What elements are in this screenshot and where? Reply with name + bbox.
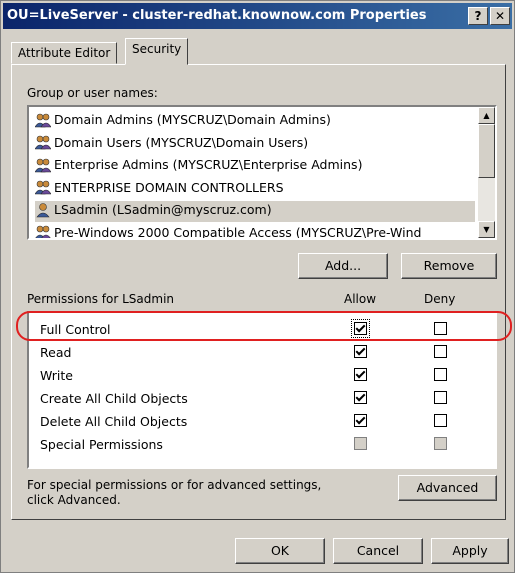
group-icon (35, 225, 51, 238)
group-names-label: Group or user names: (27, 86, 158, 100)
permission-row: Create All Child Objects (29, 387, 495, 410)
deny-checkbox[interactable] (434, 437, 447, 450)
list-item[interactable]: Enterprise Admins (MYSCRUZ\Enterprise Ad… (35, 156, 475, 177)
tab-attribute-editor[interactable]: Attribute Editor (11, 42, 118, 64)
remove-button[interactable]: Remove (401, 253, 497, 279)
permission-row: Full Control (29, 318, 495, 341)
group-icon (35, 135, 51, 150)
title-bar[interactable]: OU=LiveServer - cluster-redhat.knownow.c… (3, 3, 512, 29)
tab-security[interactable]: Security (125, 38, 189, 65)
user-icon (36, 202, 50, 217)
permission-row: Delete All Child Objects (29, 410, 495, 433)
permission-row: Write (29, 364, 495, 387)
list-item-label: Domain Users (MYSCRUZ\Domain Users) (54, 134, 309, 150)
list-item-label: LSadmin (LSadmin@myscruz.com) (54, 202, 272, 217)
list-item[interactable]: ENTERPRISE DOMAIN CONTROLLERS (35, 179, 475, 200)
list-item[interactable]: Domain Admins (MYSCRUZ\Domain Admins) (35, 111, 475, 132)
window-title: OU=LiveServer - cluster-redhat.knownow.c… (7, 8, 427, 23)
allow-checkbox[interactable] (354, 414, 367, 427)
allow-checkbox[interactable] (354, 437, 367, 450)
list-item-label: Pre-Windows 2000 Compatible Access (MYSC… (54, 224, 422, 240)
add-button[interactable]: Add... (298, 253, 388, 279)
deny-header: Deny (424, 292, 456, 306)
permissions-table: Full Control Read Write Create All Child Ob… (27, 311, 497, 469)
permission-name: Read (40, 345, 72, 360)
apply-button[interactable]: Apply (431, 538, 509, 564)
permission-name: Write (40, 368, 74, 383)
list-item[interactable]: Pre-Windows 2000 Compatible Access (MYSC… (35, 224, 475, 240)
list-item[interactable]: Domain Users (MYSCRUZ\Domain Users) (35, 134, 475, 155)
tab-label: Attribute Editor (18, 46, 111, 60)
permission-row: Read (29, 341, 495, 364)
cancel-button[interactable]: Cancel (333, 538, 423, 564)
scroll-down-button[interactable]: ▼ (478, 221, 495, 238)
scroll-up-button[interactable]: ▲ (478, 107, 495, 124)
group-user-list[interactable]: Domain Admins (MYSCRUZ\Domain Admins) Dom… (27, 105, 497, 240)
advanced-hint: For special permissions or for advanced … (27, 478, 322, 507)
properties-dialog: OU=LiveServer - cluster-redhat.knownow.c… (0, 0, 515, 573)
tab-label: Security (132, 42, 182, 56)
allow-checkbox[interactable] (354, 391, 367, 404)
allow-header: Allow (344, 292, 377, 306)
deny-checkbox[interactable] (434, 368, 447, 381)
allow-checkbox[interactable] (354, 345, 367, 358)
group-icon (35, 113, 51, 127)
ok-button[interactable]: OK (235, 538, 325, 564)
advanced-button[interactable]: Advanced (398, 475, 497, 501)
deny-checkbox[interactable] (434, 414, 447, 427)
permission-name: Special Permissions (40, 437, 163, 452)
permission-name: Delete All Child Objects (40, 414, 188, 429)
group-icon (35, 158, 51, 172)
permission-row: Special Permissions (29, 433, 495, 456)
list-item-label: Enterprise Admins (MYSCRUZ\Enterprise Ad… (54, 157, 363, 172)
group-icon (35, 180, 51, 195)
allow-checkbox[interactable] (351, 319, 370, 338)
scroll-thumb[interactable] (478, 124, 495, 178)
list-item[interactable]: LSadmin (LSadmin@myscruz.com) (35, 201, 475, 222)
permission-name: Create All Child Objects (40, 391, 188, 406)
permissions-label: Permissions for LSadmin (27, 292, 175, 306)
allow-checkbox[interactable] (354, 368, 367, 381)
list-scrollbar[interactable]: ▲ ▼ (478, 107, 495, 238)
deny-checkbox[interactable] (434, 391, 447, 404)
list-item-label: ENTERPRISE DOMAIN CONTROLLERS (54, 179, 284, 195)
close-button[interactable]: ✕ (490, 7, 510, 25)
deny-checkbox[interactable] (434, 322, 447, 335)
list-item-label: Domain Admins (MYSCRUZ\Domain Admins) (54, 112, 331, 127)
permission-name: Full Control (40, 322, 111, 337)
help-button[interactable]: ? (468, 7, 488, 25)
deny-checkbox[interactable] (434, 345, 447, 358)
